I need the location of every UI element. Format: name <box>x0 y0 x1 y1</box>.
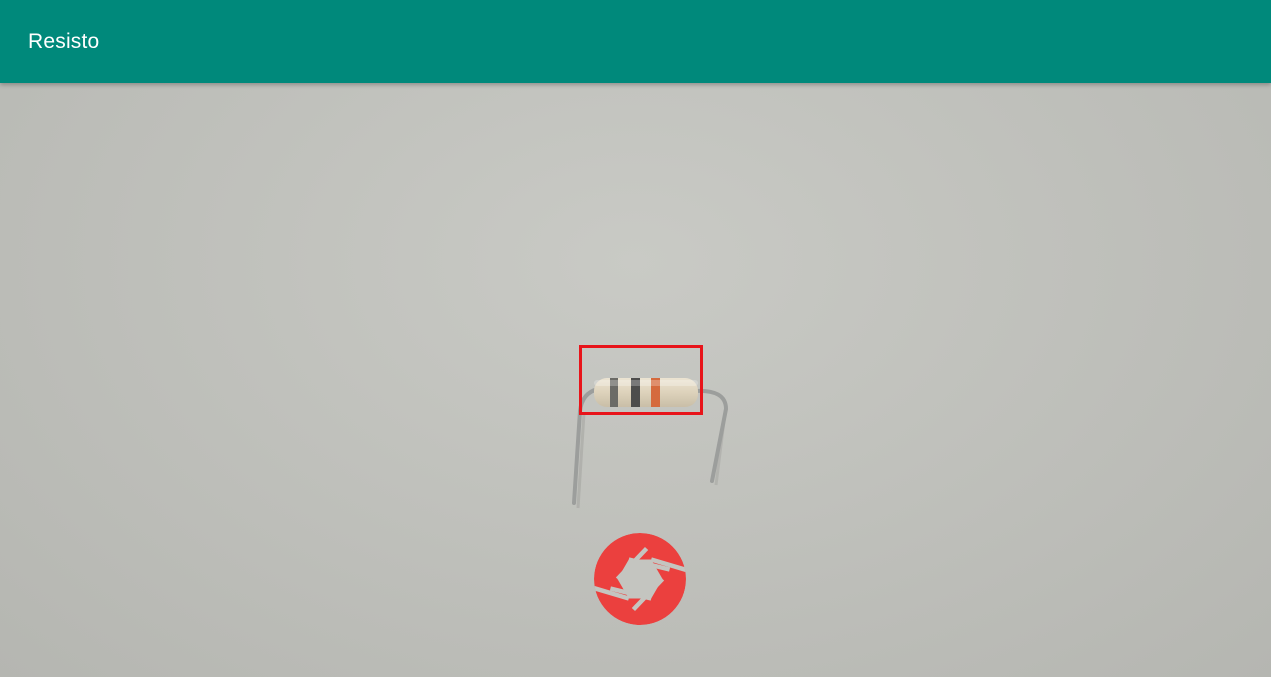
capture-button[interactable] <box>593 532 687 626</box>
app-window: Resisto <box>0 0 1271 677</box>
app-bar: Resisto <box>0 0 1271 83</box>
resistor-detection-box <box>579 345 703 415</box>
camera-aperture-icon <box>594 533 686 625</box>
app-title: Resisto <box>28 29 100 53</box>
camera-preview[interactable] <box>0 83 1271 677</box>
